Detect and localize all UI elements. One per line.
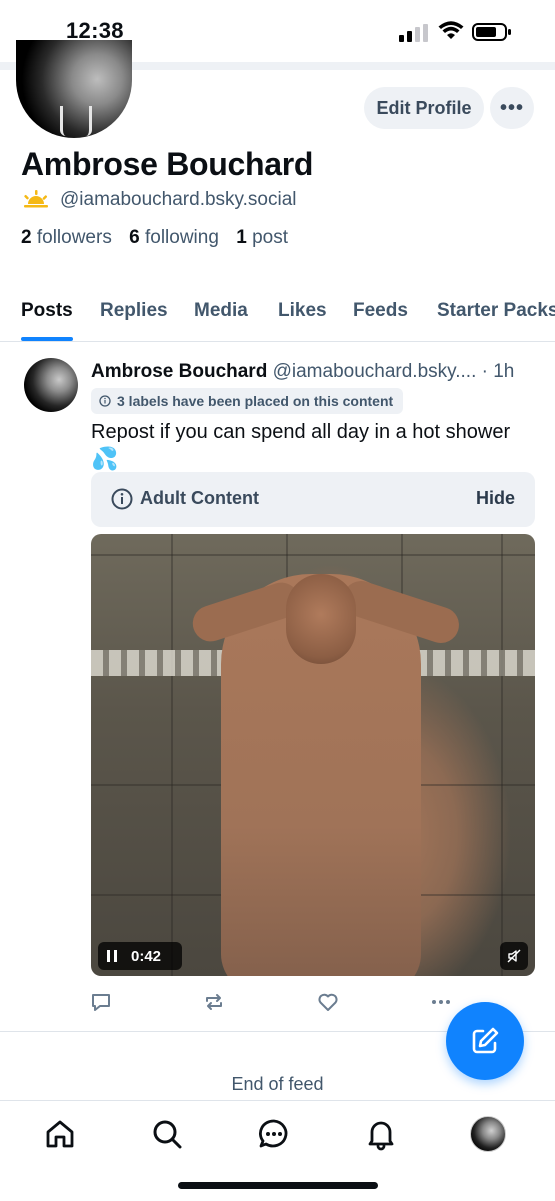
- mute-icon: [507, 949, 521, 963]
- tile-grout: [91, 554, 535, 556]
- cellular-signal-icon: [399, 24, 428, 42]
- labels-notice[interactable]: 3 labels have been placed on this conten…: [91, 388, 404, 414]
- edit-profile-button[interactable]: Edit Profile: [364, 87, 484, 129]
- battery-icon: [472, 23, 511, 41]
- following-count[interactable]: 6: [129, 227, 140, 248]
- profile-stats: 2 followers 6 following 1 post: [21, 227, 288, 249]
- info-icon: [111, 488, 133, 510]
- tab-media[interactable]: Media: [194, 300, 248, 322]
- post-video[interactable]: [91, 534, 535, 976]
- post-more-icon[interactable]: [429, 990, 453, 1014]
- info-icon: [99, 395, 111, 407]
- profile-tabs: Posts Replies Media Likes Feeds Starter …: [0, 298, 555, 342]
- content-warning-label: Adult Content: [140, 488, 259, 508]
- search-icon[interactable]: [150, 1117, 184, 1151]
- sweat-droplets-emoji: 💦: [91, 446, 119, 471]
- profile-more-button[interactable]: •••: [490, 87, 534, 129]
- profile-handle: @iamabouchard.bsky.social: [60, 189, 297, 210]
- post-header: Ambrose Bouchard @iamabouchard.bsky.... …: [91, 361, 514, 383]
- tabs-divider: [0, 341, 555, 342]
- video-time: 0:42: [131, 947, 162, 965]
- tile-grout: [501, 534, 503, 976]
- tab-posts[interactable]: Posts: [21, 300, 73, 322]
- bell-icon[interactable]: [364, 1117, 398, 1151]
- wifi-icon: [438, 21, 464, 39]
- post-author-name[interactable]: Ambrose Bouchard: [91, 361, 267, 382]
- post-text: Repost if you can spend all day in a hot…: [91, 421, 511, 443]
- compose-button[interactable]: [446, 1002, 524, 1080]
- reply-icon[interactable]: [89, 990, 113, 1014]
- followers-count[interactable]: 2: [21, 227, 32, 248]
- tile-grout: [171, 534, 173, 976]
- home-indicator: [178, 1182, 378, 1189]
- mute-button[interactable]: [500, 942, 528, 970]
- video-play-pause-control[interactable]: 0:42: [98, 942, 182, 970]
- hide-content-button[interactable]: Hide: [476, 488, 515, 509]
- post-time: · 1h: [481, 361, 515, 382]
- profile-name: Ambrose Bouchard: [21, 146, 314, 182]
- nav-profile-avatar[interactable]: [470, 1116, 506, 1152]
- repost-icon[interactable]: [202, 990, 226, 1014]
- tab-feeds[interactable]: Feeds: [353, 300, 408, 322]
- post-author-handle[interactable]: @iamabouchard.bsky....: [273, 361, 477, 382]
- video-subject-head: [286, 574, 356, 664]
- home-icon[interactable]: [43, 1117, 77, 1151]
- like-icon[interactable]: [316, 990, 340, 1014]
- tab-replies[interactable]: Replies: [100, 300, 168, 322]
- tab-starter-packs[interactable]: Starter Packs: [437, 300, 555, 322]
- following-label[interactable]: following: [145, 227, 219, 248]
- post-author-avatar[interactable]: [24, 358, 78, 412]
- posts-label: post: [252, 227, 288, 248]
- pause-icon: [107, 950, 117, 962]
- posts-count: 1: [236, 227, 247, 248]
- profile-avatar[interactable]: [16, 40, 132, 138]
- sunrise-icon: [24, 190, 48, 208]
- tab-likes[interactable]: Likes: [278, 300, 327, 322]
- compose-icon: [472, 1027, 499, 1054]
- labels-notice-text: 3 labels have been placed on this conten…: [117, 393, 394, 409]
- chat-icon[interactable]: [257, 1117, 291, 1151]
- followers-label[interactable]: followers: [37, 227, 112, 248]
